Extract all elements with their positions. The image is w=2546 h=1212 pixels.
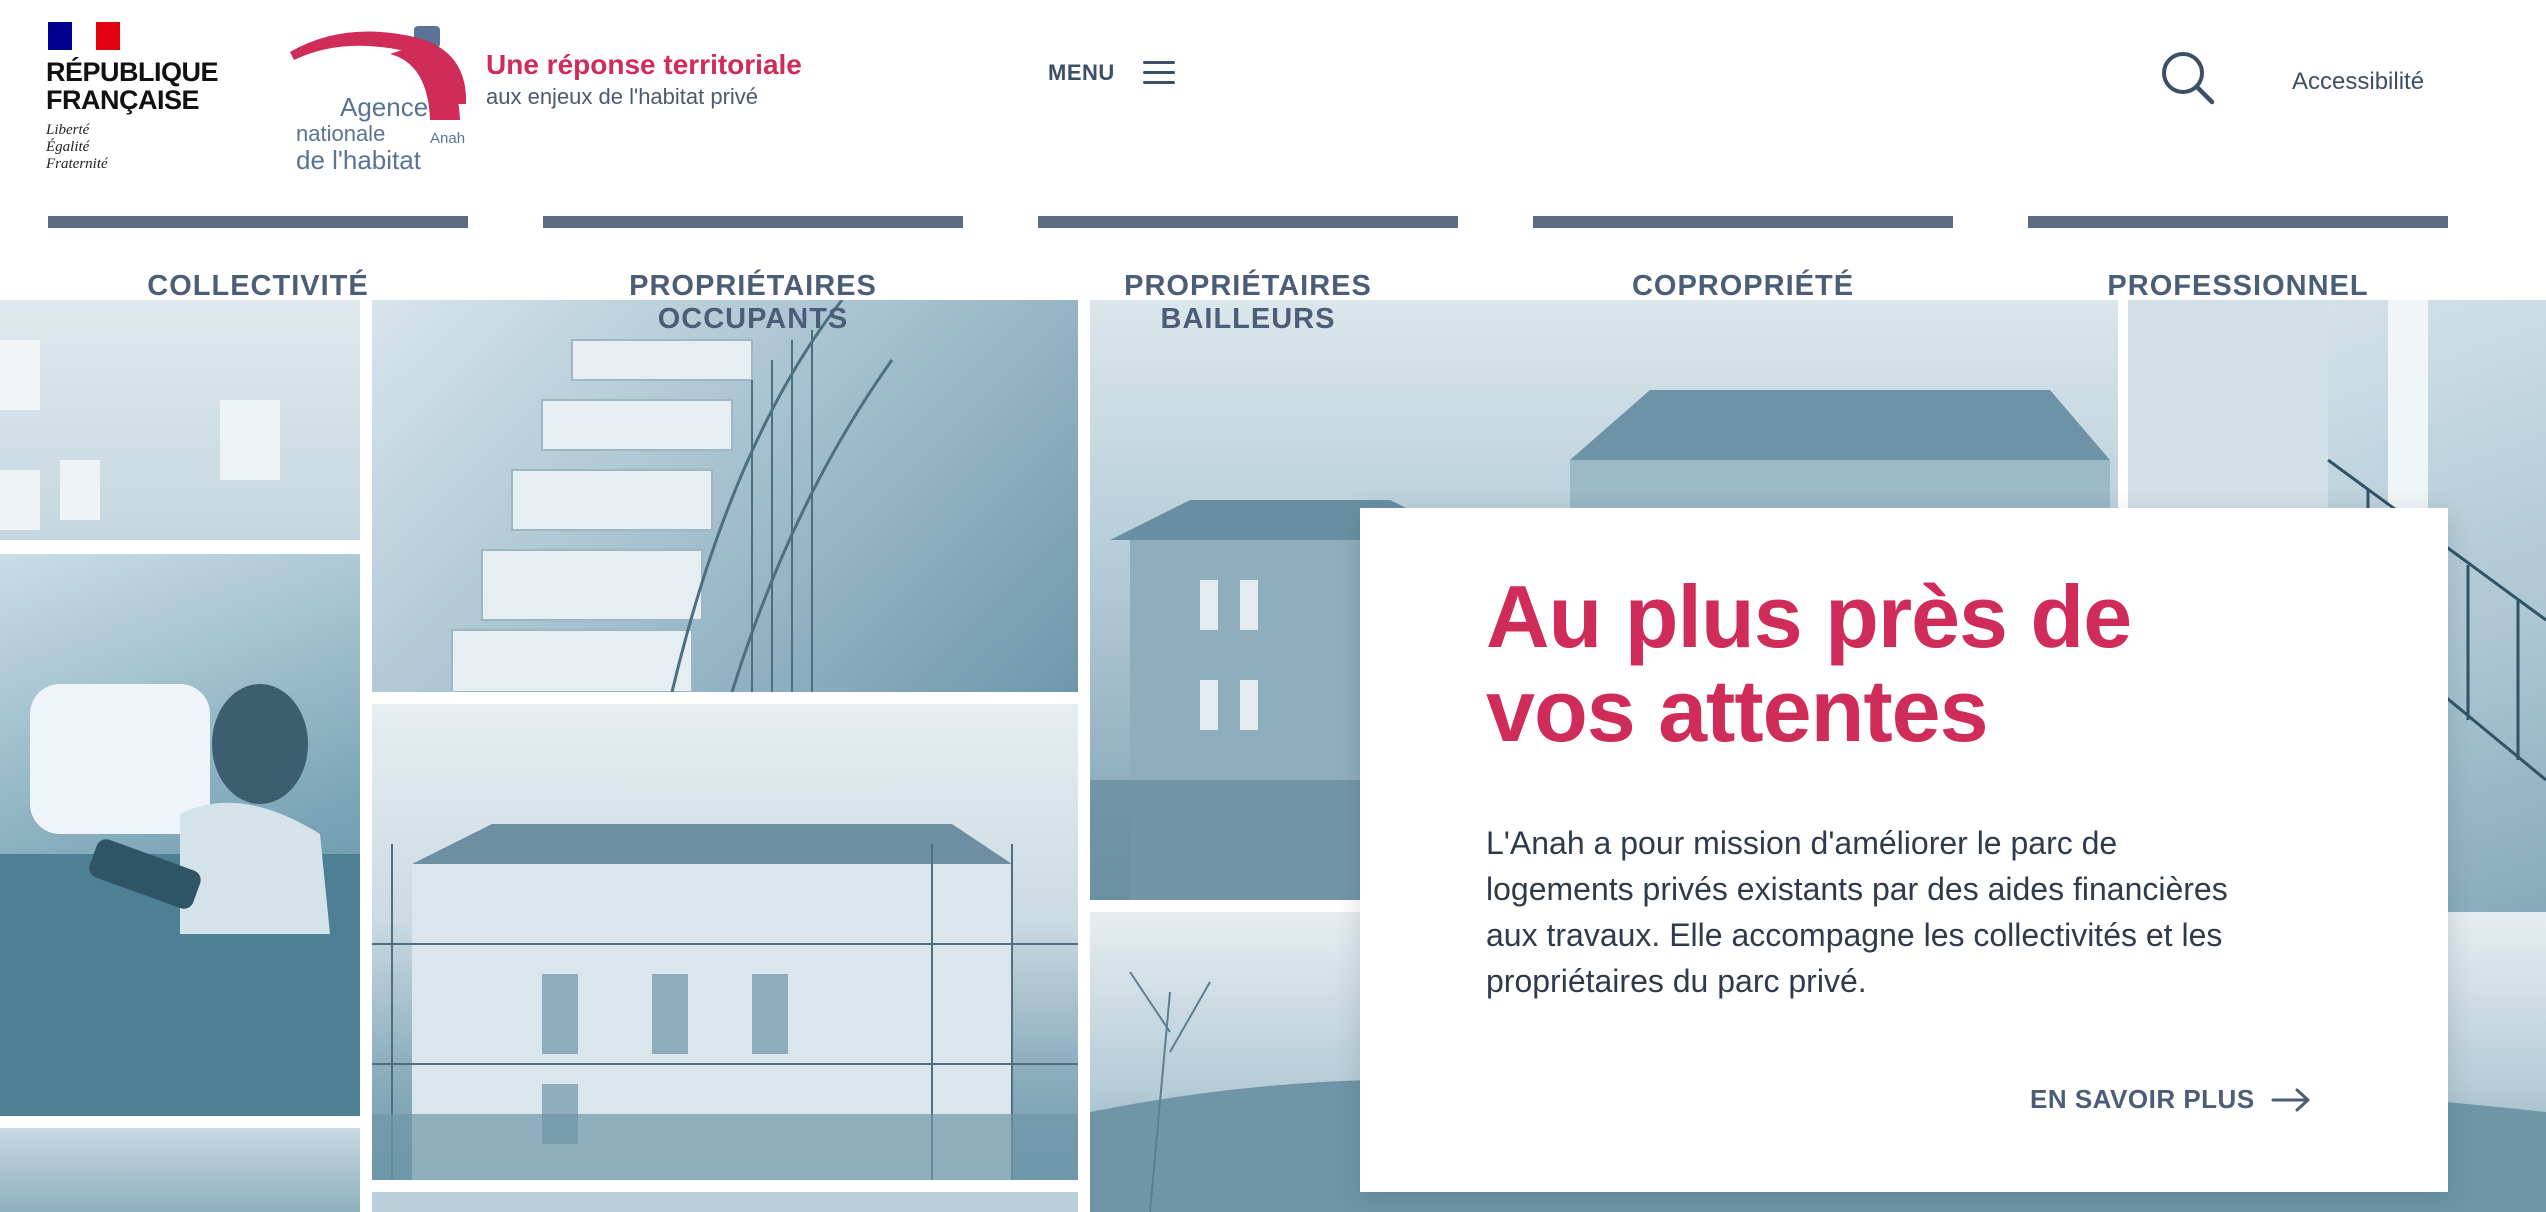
learn-more-label: EN SAVOIR PLUS	[2030, 1084, 2255, 1114]
hero-title: Au plus près de vos attentes	[1486, 567, 2132, 760]
rf-motto-1: Liberté	[46, 122, 90, 138]
anah-logo-agence: Agence	[340, 92, 429, 122]
learn-more-link[interactable]: EN SAVOIR PLUS	[2030, 1084, 2311, 1115]
republique-francaise-logo[interactable]: RÉPUBLIQUE FRANÇAISE Liberté Égalité Fra…	[46, 22, 219, 174]
hero-card: Au plus près de vos attentes L'Anah a po…	[1360, 508, 2448, 1192]
nav-item-proprietaires-occupants[interactable]: PROPRIÉTAIRES OCCUPANTS	[543, 216, 963, 335]
marianne-logo	[48, 22, 120, 50]
nav-item-label: PROPRIÉTAIRES BAILLEURS	[1124, 270, 1372, 335]
hero-photo-roof	[0, 1128, 360, 1212]
nav-item-proprietaires-bailleurs[interactable]: PROPRIÉTAIRES BAILLEURS	[1038, 216, 1458, 335]
menu-button[interactable]: MENU	[1048, 60, 1175, 86]
rf-name: RÉPUBLIQUE FRANÇAISE	[46, 58, 226, 114]
tagline-subtitle: aux enjeux de l'habitat privé	[486, 84, 759, 109]
hero-photo-renovation	[372, 704, 1078, 1180]
tagline: Une réponse territoriale aux enjeux de l…	[486, 48, 802, 112]
main-nav: COLLECTIVITÉ PROPRIÉTAIRES OCCUPANTS PRO…	[48, 216, 2448, 335]
arrow-right-icon	[2271, 1088, 2310, 1111]
menu-icon	[1142, 61, 1175, 85]
rf-motto: Liberté Égalité Fraternité	[46, 122, 108, 173]
nav-item-copropriete[interactable]: COPROPRIÉTÉ	[1533, 216, 1953, 302]
hero-photo-facade	[0, 300, 360, 540]
anah-logo-nationale: nationale	[296, 121, 386, 146]
hero-photo-strip	[372, 1192, 1078, 1212]
menu-label: MENU	[1048, 60, 1115, 85]
rf-name-line1: RÉPUBLIQUE	[46, 57, 219, 87]
accessibility-link[interactable]: Accessibilité	[2292, 68, 2424, 96]
tagline-title: Une réponse territoriale	[486, 49, 802, 80]
search-icon[interactable]	[2158, 48, 2218, 108]
anah-logo-habitat: de l'habitat	[296, 145, 421, 175]
nav-item-label: PROFESSIONNEL	[2107, 270, 2369, 302]
rf-motto-2: Égalité	[46, 139, 90, 155]
anah-logo[interactable]: Agence nationale de l'habitat Anah	[290, 24, 470, 174]
nav-item-label: PROPRIÉTAIRES OCCUPANTS	[629, 270, 877, 335]
rf-motto-3: Fraternité	[46, 156, 108, 172]
nav-item-professionnel[interactable]: PROFESSIONNEL	[2028, 216, 2448, 302]
rf-name-line2: FRANÇAISE	[46, 85, 200, 115]
nav-item-collectivite[interactable]: COLLECTIVITÉ	[48, 216, 468, 302]
hero-photo-woman-sofa	[0, 554, 360, 1116]
anah-logo-anah: Anah	[430, 130, 466, 147]
hero-photo-staircase	[372, 300, 1078, 692]
hero-description: L'Anah a pour mission d'améliorer le par…	[1486, 825, 2228, 999]
nav-item-label: COLLECTIVITÉ	[147, 270, 369, 302]
nav-item-label: COPROPRIÉTÉ	[1631, 270, 1855, 302]
